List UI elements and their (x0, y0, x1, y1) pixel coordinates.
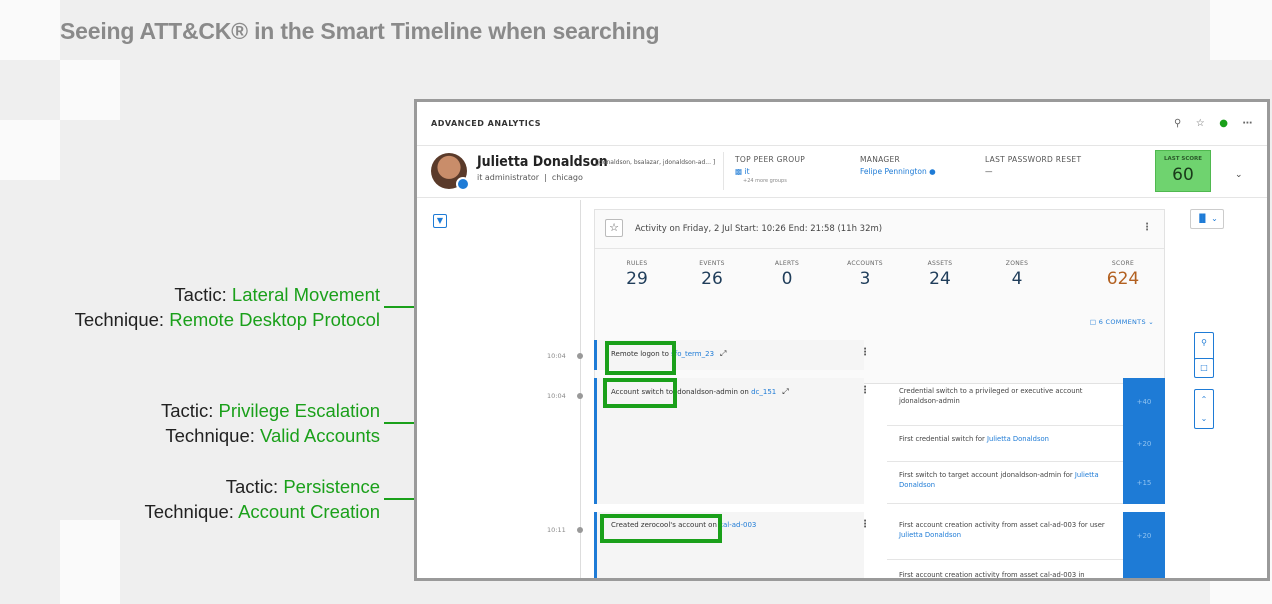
stat-events: EVENTS 26 (699, 260, 725, 289)
timeline-axis (580, 200, 581, 578)
reason-row: First credential switch for Julietta Don… (887, 426, 1124, 462)
reason-row: Credential switch to a privileged or exe… (887, 378, 1124, 426)
technique-value: Valid Accounts (260, 425, 380, 446)
technique-value: Remote Desktop Protocol (169, 309, 380, 330)
last-score-box: LAST SCORE 60 (1155, 150, 1211, 192)
manager-badge-icon: ● (929, 167, 936, 176)
timeline-dot (577, 527, 583, 533)
event-time: 10:04 (547, 352, 566, 360)
technique-value: Account Creation (238, 501, 380, 522)
background-square (0, 0, 60, 60)
user-role-location: it administrator | chicago (477, 173, 583, 182)
annotation-privilege-escalation: Tactic: Privilege Escalation Technique: … (161, 398, 380, 448)
reason-row: First account creation activity from ass… (887, 512, 1124, 560)
slide-title: Seeing ATT&CK® in the Smart Timeline whe… (60, 18, 660, 44)
last-score-label: LAST SCORE (1163, 156, 1203, 162)
app-topbar: ADVANCED ANALYTICS ⚲ ☆ ● ⋯ (417, 102, 1267, 146)
collapse-expand-icon[interactable]: ⌃ ⌄ (1194, 389, 1214, 429)
tactic-value: Privilege Escalation (218, 400, 380, 421)
manager-label: MANAGER (860, 155, 901, 164)
more-vertical-icon[interactable]: ⋮ (1142, 222, 1152, 233)
user-profile-header: Julietta Donaldson [jdonaldson, bsalazar… (417, 146, 1267, 198)
event-time: 10:04 (547, 392, 566, 400)
background-square (1210, 0, 1272, 60)
more-vertical-icon[interactable]: ⋮ (860, 385, 870, 396)
app-window: ADVANCED ANALYTICS ⚲ ☆ ● ⋯ Julietta Dona… (414, 99, 1270, 581)
user-location: chicago (551, 173, 583, 182)
user-name: Julietta Donaldson (477, 154, 608, 170)
event-time: 10:11 (547, 526, 566, 534)
more-vertical-icon[interactable]: ⋮ (860, 519, 870, 530)
technique-label: Technique: (74, 309, 170, 330)
top-peer-group-label: TOP PEER GROUP (735, 155, 806, 164)
stat-rules: RULES 29 (626, 260, 648, 289)
reason-points: +40 (1123, 378, 1165, 426)
divider (595, 248, 1164, 249)
annotation-persistence: Tactic: Persistence Technique: Account C… (144, 474, 380, 524)
stat-alerts: ALERTS 0 (774, 260, 800, 289)
shuffle-icon: ⤢ (782, 387, 789, 396)
reason-points (1123, 560, 1165, 578)
user-aliases[interactable]: [jdonaldson, bsalazar, jdonaldson-ad... … (595, 159, 715, 166)
user-role: it administrator (477, 173, 540, 182)
reason-points: +20 (1123, 426, 1165, 462)
tactic-value: Lateral Movement (231, 284, 380, 305)
last-password-reset-label: LAST PASSWORD RESET (985, 155, 1082, 164)
bell-icon[interactable]: ● (1219, 118, 1228, 129)
divider (723, 152, 724, 190)
calendar-icon[interactable]: □ (1194, 358, 1214, 378)
stat-score: SCORE 624 (1106, 260, 1140, 289)
timeline-dot (577, 393, 583, 399)
highlight-box-remote-logon (605, 341, 676, 375)
star-icon[interactable]: ☆ (1196, 118, 1205, 129)
technique-label: Technique: (144, 501, 239, 522)
chart-toggle-button[interactable]: ▐▌ ⌄ (1190, 209, 1224, 229)
highlight-box-account-switch (603, 378, 677, 408)
reason-points: +15 (1123, 462, 1165, 504)
more-groups-link[interactable]: +24 more groups (743, 178, 787, 184)
last-password-reset-value: — (985, 167, 993, 176)
comments-link[interactable]: □ 6 COMMENTS ⌄ (1090, 318, 1154, 326)
search-icon[interactable]: ⚲ (1174, 118, 1182, 129)
more-vertical-icon[interactable]: ⋮ (860, 347, 870, 358)
tactic-label: Tactic: (225, 476, 284, 497)
chevron-down-icon[interactable]: ⌄ (1235, 170, 1243, 180)
reason-points: +20 (1123, 512, 1165, 560)
reason-row: First account creation activity from ass… (899, 571, 1085, 579)
background-square (0, 120, 60, 180)
tactic-value: Persistence (283, 476, 380, 497)
star-button[interactable]: ☆ (605, 219, 623, 237)
app-title: ADVANCED ANALYTICS (431, 119, 542, 128)
reason-row: First switch to target account jdonaldso… (887, 462, 1124, 504)
more-icon[interactable]: ⋯ (1243, 118, 1254, 129)
activity-title: Activity on Friday, 2 Jul Start: 10:26 E… (635, 224, 883, 234)
highlight-box-created-account (600, 514, 722, 543)
background-square (60, 520, 120, 604)
manager-link[interactable]: Felipe Pennington ● (860, 167, 936, 176)
tactic-label: Tactic: (160, 400, 219, 421)
top-peer-group-value[interactable]: ▩ it (735, 167, 750, 176)
avatar[interactable] (431, 153, 470, 191)
annotation-lateral-movement: Tactic: Lateral Movement Technique: Remo… (75, 282, 380, 332)
background-square (60, 60, 120, 120)
technique-label: Technique: (165, 425, 261, 446)
stat-accounts: ACCOUNTS 3 (847, 260, 883, 289)
tactic-label: Tactic: (174, 284, 232, 305)
user-badge-icon (456, 177, 470, 191)
shuffle-icon: ⤢ (720, 349, 727, 358)
stat-assets: ASSETS 24 (927, 260, 953, 289)
stat-zones: ZONES 4 (1005, 260, 1029, 289)
filter-icon[interactable]: ▼ (433, 214, 447, 228)
timeline-dot (577, 353, 583, 359)
last-score-value: 60 (1172, 165, 1194, 185)
